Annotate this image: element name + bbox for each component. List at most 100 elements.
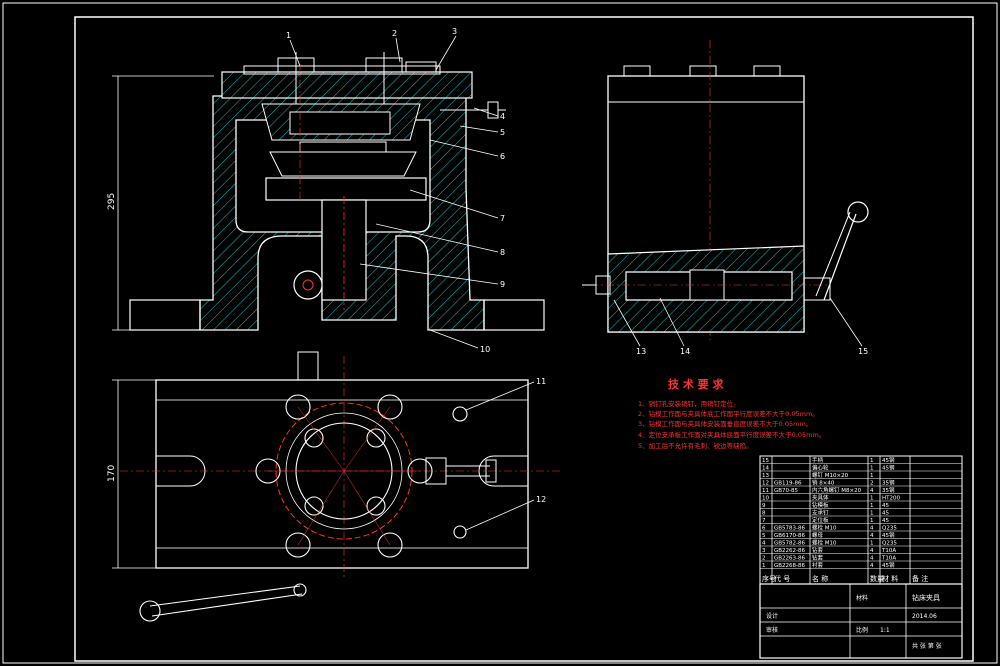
handle-knob <box>847 201 869 223</box>
plan-bolts <box>255 394 468 558</box>
parts-table-cell: 1 <box>762 563 766 569</box>
svg-text:14: 14 <box>680 347 690 356</box>
height-dimension <box>112 75 214 331</box>
title-drawing-name: 钻床夹具 <box>912 593 940 602</box>
parts-table-cell: 1 <box>870 458 874 464</box>
parts-table-cell: 4 <box>870 526 874 532</box>
parts-table-cell: 11 <box>762 488 769 494</box>
tech-item: 3、钻模工作面与夹具体安装面垂直度误差不大于0.05mm。 <box>638 419 812 428</box>
parts-table-cell: 4 <box>870 488 874 494</box>
tech-title: 技 术 要 求 <box>668 377 724 391</box>
plan-handle <box>139 583 307 622</box>
base-flange-right <box>483 299 545 331</box>
parts-table-cell: 8 <box>762 511 766 517</box>
parts-table-cell: 钻套 <box>812 554 824 562</box>
plan-dim-text: 170 <box>107 465 117 482</box>
parts-table-cell: 35钢 <box>882 486 895 494</box>
parts-table-cell: 9 <box>762 503 766 509</box>
title-checker: 审核 <box>766 626 778 634</box>
parts-table-cell: GB6170-86 <box>774 533 806 539</box>
title-block: 材料 钻床夹具 设计 审核 2014.06 比例 1:1 共 张 第 张 <box>759 583 963 659</box>
plan-height-dimension <box>112 379 156 569</box>
front-view: 295 <box>107 52 545 331</box>
svg-text:8: 8 <box>500 248 505 257</box>
parts-table-cell: 6 <box>762 526 766 532</box>
parts-table-cell: 1 <box>870 466 874 472</box>
parts-table-cell: GB2268-86 <box>774 563 806 569</box>
parts-table-cell: 定位板 <box>812 516 829 524</box>
svg-text:10: 10 <box>480 345 490 354</box>
parts-table-cell: 45 <box>882 503 889 509</box>
parts-table-header: 材 料 <box>882 574 898 583</box>
svg-text:6: 6 <box>500 152 505 161</box>
side-handle <box>823 213 857 301</box>
parts-table-cell: 4 <box>870 556 874 562</box>
parts-table-cell: 45钢 <box>882 456 895 464</box>
svg-text:13: 13 <box>636 347 646 356</box>
parts-table-header: 名 称 <box>812 574 828 583</box>
svg-text:11: 11 <box>536 377 546 386</box>
parts-table-cell: 手柄 <box>812 456 824 464</box>
title-sheet: 共 张 第 张 <box>912 642 942 650</box>
parts-table-cell: 偏心轮 <box>812 464 829 472</box>
parts-table-cell: 10 <box>762 496 769 502</box>
parts-table-cell: 15 <box>762 458 769 464</box>
outer-frame <box>2 2 998 664</box>
parts-table-cell: Q235 <box>882 541 897 547</box>
parts-table-cell: 螺母 <box>812 531 824 539</box>
locating-plate <box>265 177 427 201</box>
parts-table-cell: 45钢 <box>882 464 895 472</box>
parts-table-cell: 4 <box>762 541 766 547</box>
title-designer: 设计 <box>766 612 778 620</box>
parts-table-cell: HT200 <box>882 496 900 502</box>
height-dim-text: 295 <box>107 193 117 210</box>
parts-table-cell: 4 <box>870 533 874 539</box>
parts-table-cell: 1 <box>870 503 874 509</box>
parts-table-cell: 4 <box>870 548 874 554</box>
parts-table-cell: 钻套 <box>812 546 824 554</box>
parts-table-cell: 螺钉 M10×20 <box>812 471 849 479</box>
svg-text:9: 9 <box>500 280 505 289</box>
parts-table-cell: GB119-86 <box>774 481 802 487</box>
parts-table-cell: 45 <box>882 518 889 524</box>
parts-table-cell: GB5782-86 <box>774 541 806 547</box>
svg-text:4: 4 <box>500 112 505 121</box>
parts-table-cell: 45钢 <box>882 531 895 539</box>
parts-table-cell: T10A <box>881 548 896 554</box>
parts-table-cell: 35钢 <box>882 479 895 487</box>
parts-table-cell: GB5783-86 <box>774 526 806 532</box>
parts-table-cell: 螺栓 M10 <box>812 539 837 547</box>
parts-table-cell: 螺栓 M10 <box>812 524 837 532</box>
parts-table-cell: 3 <box>762 548 766 554</box>
eccentric-wheel <box>293 270 323 300</box>
parts-table-cell: 1 <box>870 541 874 547</box>
parts-table-cell: 1 <box>870 473 874 479</box>
svg-text:1: 1 <box>286 31 291 40</box>
cad-drawing-canvas: 295 170 1 2 3 4 5 6 7 8 9 10 11 12 13 14… <box>2 2 998 664</box>
base-flange-left <box>129 299 201 331</box>
plan-view: 170 <box>107 351 560 622</box>
svg-text:3: 3 <box>452 27 457 36</box>
tech-item: 4、定位支承板工作面对夹具体底面平行度误差不大于0.05mm。 <box>638 430 825 439</box>
tech-item: 2、钻模工作面与夹具体底工作面平行度误差不大于0.05mm。 <box>638 409 819 418</box>
title-scale-label: 比例 <box>856 626 868 634</box>
parts-table-cell: GB2263-86 <box>774 556 806 562</box>
parts-table-header: 备 注 <box>912 574 928 583</box>
parts-table-cell: 衬套 <box>812 561 824 569</box>
title-date: 2014.06 <box>912 613 937 620</box>
svg-text:15: 15 <box>858 347 868 356</box>
parts-table-cell: 45钢 <box>882 561 895 569</box>
title-material-label: 材料 <box>856 594 868 602</box>
svg-text:7: 7 <box>500 214 505 223</box>
svg-text:12: 12 <box>536 495 546 504</box>
tech-requirements: 技 术 要 求 1、销钉孔安装销钉，用销钉定位。 2、钻模工作面与夹具体底工作面… <box>638 377 825 450</box>
title-scale: 1:1 <box>880 627 890 634</box>
parts-table-cell: Q235 <box>882 526 897 532</box>
inner-frame <box>74 16 974 662</box>
svg-text:2: 2 <box>392 29 397 38</box>
parts-table-cell: 14 <box>762 466 769 472</box>
parts-table-cell: 1 <box>870 518 874 524</box>
parts-table-cell: 支承钉 <box>812 509 829 517</box>
parts-table-cell: 7 <box>762 518 766 524</box>
tech-item: 1、销钉孔安装销钉，用销钉定位。 <box>638 399 740 408</box>
